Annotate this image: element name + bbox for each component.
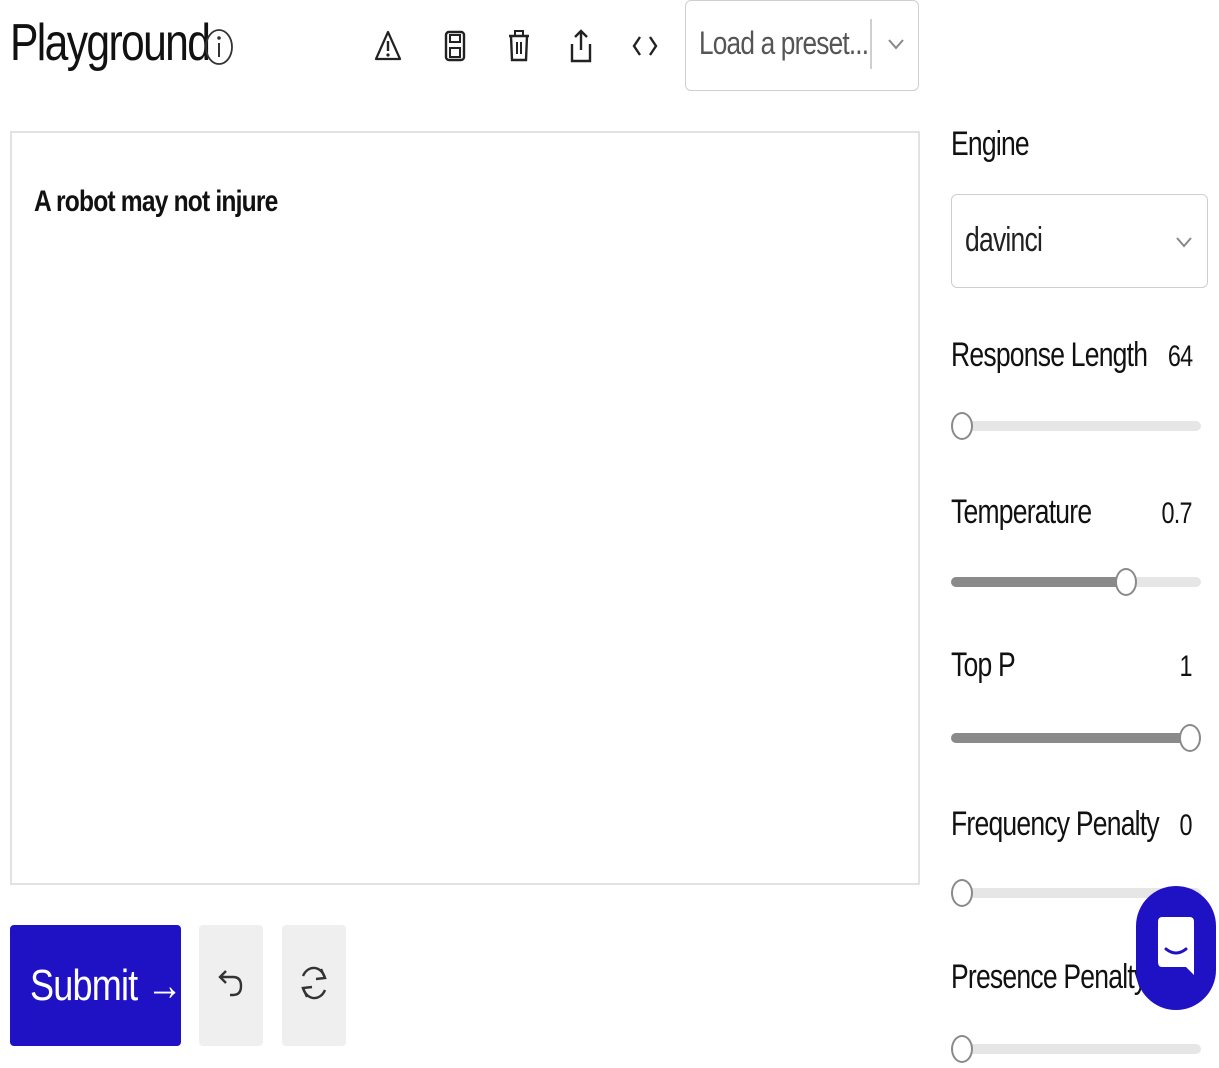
slider-fill [951,577,1126,587]
code-icon[interactable] [630,28,660,64]
slider-thumb[interactable] [951,1035,973,1063]
undo-button[interactable] [199,925,263,1046]
warning-icon[interactable] [373,28,403,64]
top-p-label: Top P [951,646,1016,684]
frequency-penalty-value: 0 [1179,809,1193,842]
temperature-value: 0.7 [1161,497,1193,530]
slider-thumb[interactable] [1115,568,1137,596]
engine-label: Engine [951,125,1030,163]
frequency-penalty-label: Frequency Penalty [951,805,1160,843]
undo-icon [216,965,246,1006]
temperature-slider[interactable] [951,568,1201,596]
response-length-value: 64 [1167,340,1193,373]
page-title: Playground [10,14,211,72]
engine-value: davinci [965,221,1043,259]
chat-widget-button[interactable] [1136,886,1216,1010]
trash-icon[interactable] [504,28,534,64]
preset-select[interactable]: Load a preset... [685,0,919,91]
refresh-icon [297,958,331,1013]
chevron-down-icon [886,37,906,56]
info-icon[interactable] [204,27,234,67]
regenerate-button[interactable] [282,925,346,1046]
response-length-slider[interactable] [951,412,1201,440]
preset-divider [870,19,872,69]
slider-thumb[interactable] [1179,724,1201,752]
presence-penalty-slider[interactable] [951,1035,1201,1063]
slider-thumb[interactable] [951,879,973,907]
presence-penalty-label: Presence Penalty [951,958,1147,996]
response-length-label: Response Length [951,336,1148,374]
prompt-text: A robot may not injure [34,185,278,218]
chat-icon [1156,913,1196,984]
share-icon[interactable] [566,28,596,64]
submit-button[interactable]: Submit → [10,925,183,1046]
top-p-value: 1 [1179,650,1193,683]
prompt-textarea[interactable]: A robot may not injure [10,131,920,885]
chevron-down-icon [1174,235,1194,254]
save-icon[interactable] [440,28,470,64]
submit-label: Submit → [30,961,183,1010]
preset-placeholder: Load a preset... [699,25,869,61]
temperature-label: Temperature [951,493,1092,531]
slider-thumb[interactable] [951,412,973,440]
slider-fill [951,733,1201,743]
top-p-slider[interactable] [951,724,1201,752]
engine-select[interactable]: davinci [951,194,1208,288]
